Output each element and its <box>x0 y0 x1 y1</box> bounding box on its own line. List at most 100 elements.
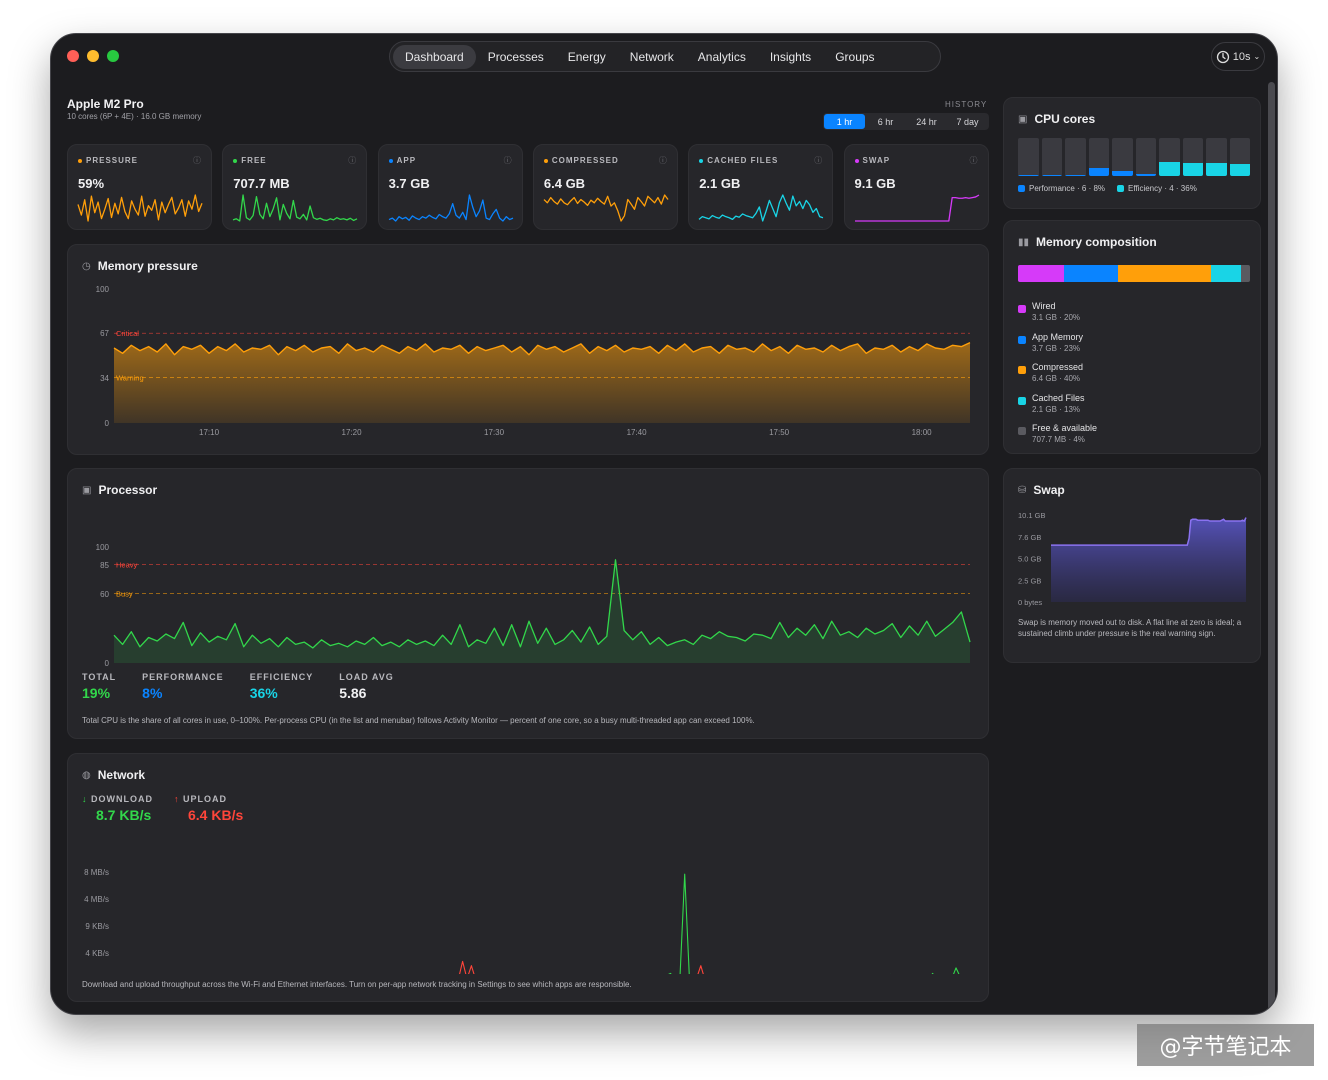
info-icon[interactable]: ⓘ <box>193 155 201 166</box>
processor-stats: TOTAL 19% PERFORMANCE 8% EFFICIENCY 36% LOAD A… <box>82 672 394 701</box>
stat-card-app[interactable]: APP ⓘ 3.7 GB <box>377 144 523 230</box>
x-tick-label: 18:00 <box>912 668 933 669</box>
cpu-core-bar <box>1159 138 1180 176</box>
x-tick-label: 17:40 <box>627 668 648 669</box>
info-icon[interactable]: ⓘ <box>504 155 512 166</box>
tab-network[interactable]: Network <box>618 45 686 69</box>
efficiency-swatch <box>1117 185 1125 192</box>
chevron-down-icon: ⌄ <box>1253 52 1261 61</box>
x-tick-label: 17:30 <box>484 428 505 437</box>
stat-label: SWAP <box>854 156 891 165</box>
cpu-core-bar <box>1206 138 1227 176</box>
status-dot-icon <box>388 158 393 163</box>
stat-card-cached[interactable]: CACHED FILES ⓘ 2.1 GB <box>688 144 834 230</box>
x-tick-label: 17:20 <box>342 428 363 437</box>
x-tick-label: 17:50 <box>769 668 790 669</box>
history-label: HISTORY <box>945 100 988 109</box>
tab-groups[interactable]: Groups <box>823 45 886 69</box>
status-dot-icon <box>543 158 548 163</box>
stat-value: 2.1 GB <box>699 176 741 191</box>
cpu-core-fill <box>1182 163 1203 176</box>
stat-card-swap[interactable]: SWAP ⓘ 9.1 GB <box>843 144 989 230</box>
status-dot-icon <box>699 158 704 163</box>
cpu-cores-title: ▣ CPU cores <box>1018 112 1096 126</box>
composition-segment-app-memory <box>1064 265 1118 282</box>
composition-legend-item: App Memory 3.7 GB · 23% <box>1018 332 1083 353</box>
cpu-core-fill <box>1206 163 1227 176</box>
sparkline <box>543 194 669 222</box>
y-tick-label: 100 <box>96 285 110 294</box>
chip-icon: ▣ <box>1018 113 1028 125</box>
legend-swatch <box>1018 305 1026 313</box>
info-icon[interactable]: ⓘ <box>814 155 822 166</box>
threshold-label: Busy <box>116 589 133 598</box>
history-option-24-hr[interactable]: 24 hr <box>906 114 947 129</box>
tab-dashboard[interactable]: Dashboard <box>393 44 476 69</box>
info-icon[interactable]: ⓘ <box>970 155 978 166</box>
stat-card-free[interactable]: FREE ⓘ 707.7 MB <box>222 144 368 230</box>
series-line-1 <box>459 960 704 974</box>
tab-insights[interactable]: Insights <box>758 45 823 69</box>
info-icon[interactable]: ⓘ <box>659 155 667 166</box>
stat-value: 707.7 MB <box>233 176 290 191</box>
cpu-core-bar <box>1065 138 1086 176</box>
minimize-window-button[interactable] <box>87 50 99 62</box>
processor-stat-total: TOTAL 19% <box>82 672 117 701</box>
watermark: @字节笔记本 <box>1137 1024 1314 1066</box>
cpu-core-fill <box>1018 175 1039 176</box>
y-tick-label: 9 KB/s <box>85 922 109 931</box>
memory-pressure-card: ◷ Memory pressure 100 67 34 0 17:10 17:20 17:30… <box>67 244 989 455</box>
composition-segment-free-available <box>1240 265 1250 282</box>
history-option-6-hr[interactable]: 6 hr <box>865 114 906 129</box>
y-tick-label: 4 KB/s <box>85 949 109 958</box>
sparkline <box>77 194 203 222</box>
processor-stat-load-avg: LOAD AVG 5.86 <box>339 672 394 701</box>
sparkline-path <box>388 194 513 222</box>
network-chart: 8 MB/s4 MB/s9 KB/s4 KB/s0 B/s17:1017:201… <box>84 868 960 974</box>
zoom-window-button[interactable] <box>107 50 119 62</box>
series-line-0 <box>668 873 960 974</box>
cpu-core-bar <box>1182 138 1203 176</box>
tab-processes[interactable]: Processes <box>476 45 556 69</box>
sparkline <box>698 194 824 222</box>
tab-analytics[interactable]: Analytics <box>686 45 758 69</box>
y-tick-label: 8 MB/s <box>84 868 109 877</box>
series-line-0 <box>113 559 971 649</box>
sparkline-path <box>233 194 358 222</box>
stat-card-compressed[interactable]: COMPRESSED ⓘ 6.4 GB <box>532 144 678 230</box>
swap-card: ⛁ Swap 10.1 GB 7.6 GB 5.0 GB 2.5 GB 0 bytes S… <box>1003 468 1261 663</box>
stat-label: COMPRESSED <box>543 156 619 165</box>
swap-area <box>1051 517 1246 602</box>
stat-value: 9.1 GB <box>854 176 896 191</box>
cpu-core-fill <box>1041 175 1062 176</box>
info-icon[interactable]: ⓘ <box>348 155 356 166</box>
history-option-1-hr[interactable]: 1 hr <box>824 114 865 129</box>
stat-value: 59% <box>78 176 105 191</box>
y-tick-label: 0 bytes <box>1018 598 1042 607</box>
y-tick-label: 0 <box>105 419 110 428</box>
cpu-cores-card: ▣ CPU cores Performance · 6 · 8% Efficien… <box>1003 97 1261 209</box>
y-tick-label: 34 <box>100 374 109 383</box>
cpu-core-fill <box>1112 171 1133 176</box>
x-tick-label: 18:00 <box>912 428 933 437</box>
cpu-core-bars <box>1018 138 1250 176</box>
history-option-7-day[interactable]: 7 day <box>947 114 988 129</box>
legend-swatch <box>1018 335 1026 344</box>
app-window: Dashboard Processes Energy Network Analytics… <box>50 33 1278 1015</box>
memory-composition-card: ▮▮ Memory composition Wired 3.1 GB · 20% Ap… <box>1003 220 1261 454</box>
network-card: ◍ Network ↓ DOWNLOAD 8.7 KB/s ↑ UPLOAD 6.… <box>67 753 989 1002</box>
y-tick-label: 7.6 GB <box>1018 533 1041 542</box>
legend-swatch <box>1018 427 1026 435</box>
bar-chart-icon: ▮▮ <box>1018 236 1030 248</box>
refresh-interval-button[interactable]: 10s ⌄ <box>1211 42 1265 71</box>
x-tick-label: 17:50 <box>769 428 790 437</box>
y-tick-label: 0 <box>105 659 110 668</box>
close-window-button[interactable] <box>67 50 79 62</box>
composition-legend-item: Cached Files 2.1 GB · 13% <box>1018 393 1085 414</box>
cpu-core-fill <box>1229 163 1250 176</box>
vertical-scrollbar[interactable] <box>1268 82 1275 1012</box>
tab-energy[interactable]: Energy <box>556 45 618 69</box>
stat-card-pressure[interactable]: PRESSURE ⓘ 59% <box>67 144 212 230</box>
composition-segment-cached-files <box>1210 265 1241 282</box>
performance-swatch <box>1018 185 1025 192</box>
